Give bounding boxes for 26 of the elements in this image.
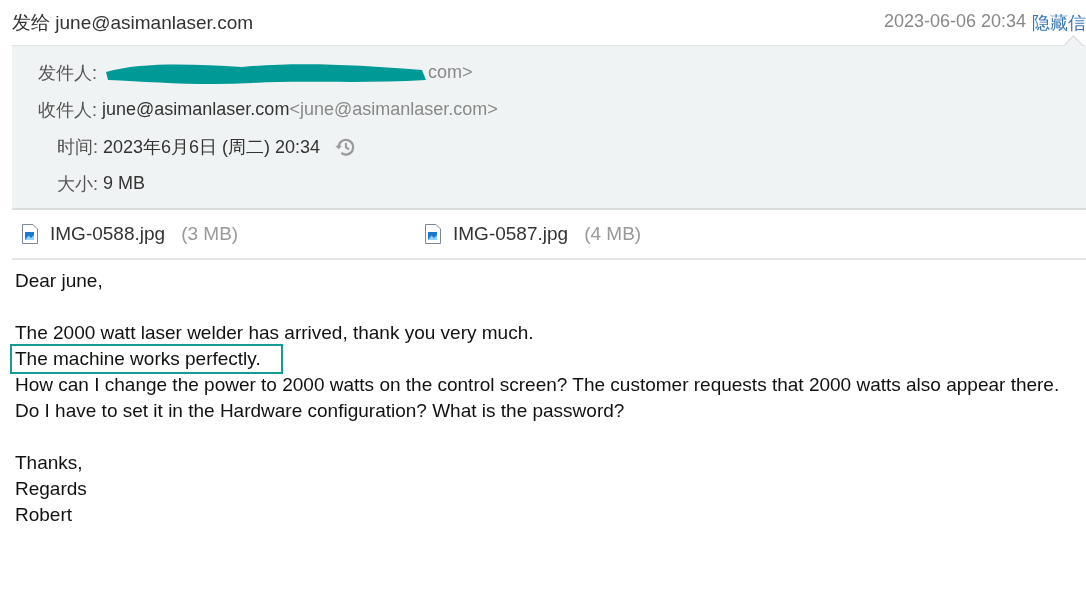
email-subject: 发给 june@asimanlaser.com [12,10,254,35]
attachment-size: (3 MB) [181,223,239,245]
sent-time: 2023年6月6日 (周二) 20:34 [103,135,321,159]
attachment-link[interactable]: IMG-0588.jpg [50,223,166,245]
message-text: The 2000 watt laser welder has arrived, thank you very much. [15,321,534,345]
message-text: Do I have to set it in the Hardware configuration? What is the password? [15,399,625,423]
image-file-icon[interactable] [425,224,441,244]
message-text: Dear june, [15,269,103,293]
image-file-icon[interactable] [22,224,38,244]
field-label: 发件人: [38,61,97,85]
field-label: 大小: [57,172,98,196]
recipient-name: june@asimanlaser.com [102,99,290,120]
recipient-address: <june@asimanlaser.com> [289,99,498,120]
message-text: How can I change the power to 2000 watts on the control screen? The customer requests that 2000 watts also appear there. [15,373,1060,397]
attachment-size: (4 MB) [584,223,642,245]
hide-link[interactable]: 隐藏信 [1032,10,1086,35]
field-label: 收件人: [38,98,97,122]
sent-date: 2023-06-06 20:34 [883,10,1026,33]
message-text: Robert [15,503,73,527]
message-text: Thanks, [15,451,83,475]
message-size: 9 MB [103,173,146,194]
message-text: The machine works perfectly. [12,346,281,372]
message-text: Regards [15,477,87,501]
attachment-link[interactable]: IMG-0587.jpg [453,223,569,245]
sender-address: com> [428,62,473,83]
field-label: 时间: [57,135,98,159]
